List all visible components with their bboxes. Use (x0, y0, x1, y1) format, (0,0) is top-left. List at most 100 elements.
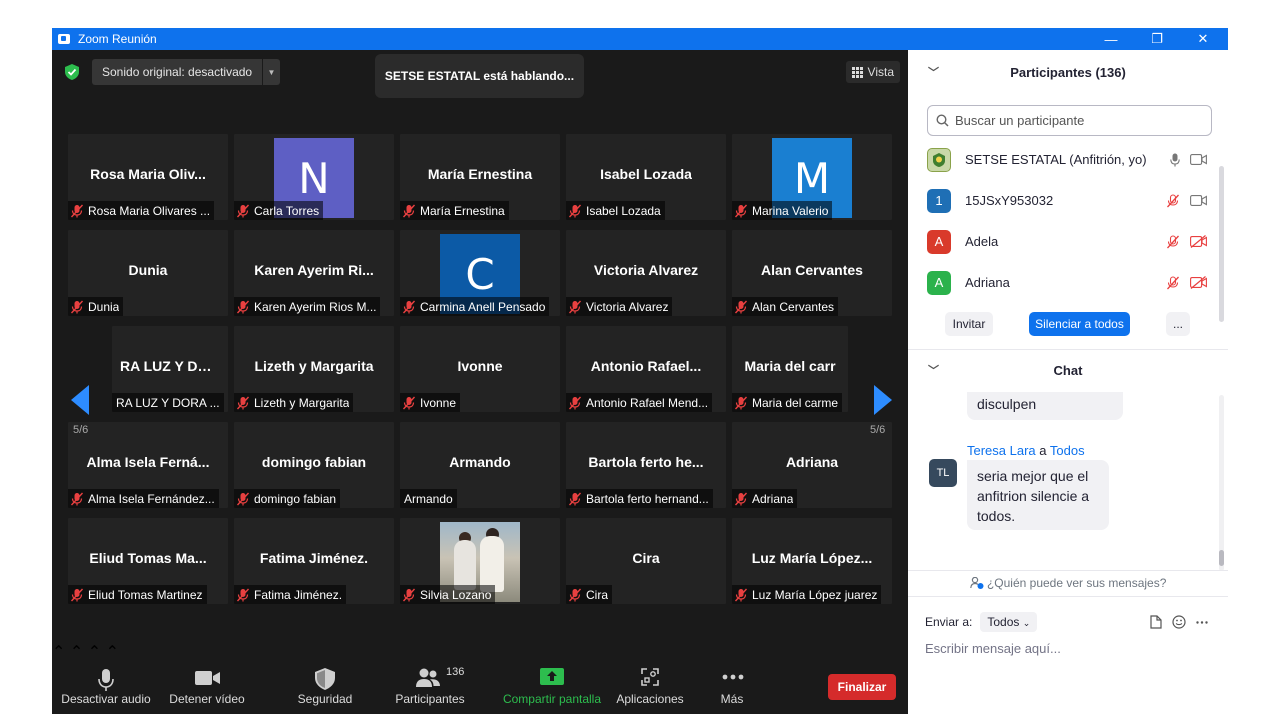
video-tile[interactable]: Maria del carr Maria del carme (732, 326, 848, 412)
participant-row[interactable]: SETSE ESTATAL (Anfitrión, yo) (927, 139, 1207, 180)
stop-video-button[interactable]: Detener vídeo (160, 642, 254, 714)
video-camera-icon[interactable] (1190, 154, 1207, 165)
video-tile[interactable]: C Carmina Anell Pensado (400, 230, 560, 316)
next-page-arrow-icon[interactable] (872, 385, 892, 415)
chat-message-input[interactable]: Escribir mensaje aquí... (925, 641, 1061, 656)
more-options-button[interactable]: ... (1166, 312, 1190, 336)
view-label: Vista (867, 65, 894, 79)
video-tile[interactable]: Eliud Tomas Ma... Eliud Tomas Martinez (68, 518, 228, 604)
participant-name-label: Carmina Anell Pensado (400, 297, 550, 316)
participant-name-label: Karen Ayerim Rios M... (234, 297, 381, 316)
minimize-button[interactable]: — (1088, 28, 1134, 50)
mute-audio-button[interactable]: Desactivar audio (60, 642, 152, 714)
participant-name: Isabel Lozada (586, 203, 661, 218)
participant-avatar: A (927, 229, 951, 254)
video-tile[interactable]: Dunia Dunia (68, 230, 228, 316)
participant-row[interactable]: 1 15JSxY953032 (927, 180, 1207, 221)
original-sound-label: Sonido original: desactivado (102, 65, 253, 79)
video-tile[interactable]: Ivonne Ivonne (400, 326, 560, 412)
participant-name-large: Eliud Tomas Ma... (89, 550, 207, 566)
meeting-toolbar: Desactivar audio ⌃ Detener vídeo ⌃ Segur… (52, 642, 908, 714)
participant-name: Dunia (88, 299, 120, 314)
participant-name-label: Adriana (732, 489, 798, 508)
previous-page-arrow-icon[interactable] (71, 385, 91, 415)
video-camera-icon[interactable] (1190, 195, 1207, 206)
video-tile[interactable]: Fatima Jiménez. Fatima Jiménez. (234, 518, 394, 604)
chat-scrollbar-track[interactable] (1219, 395, 1224, 571)
participant-controls (1166, 234, 1207, 249)
mute-all-button[interactable]: Silenciar a todos (1029, 312, 1130, 336)
video-off-icon[interactable] (1190, 276, 1207, 289)
chevron-down-icon[interactable]: ▼ (262, 59, 280, 85)
video-tile[interactable]: Karen Ayerim Ri... Karen Ayerim Rios M... (234, 230, 394, 316)
more-button[interactable]: Más (708, 642, 756, 714)
muted-mic-icon[interactable] (1166, 275, 1180, 290)
video-tile[interactable]: domingo fabian domingo fabian (234, 422, 394, 508)
chat-message-line: todos. (977, 508, 1016, 524)
participants-button[interactable]: 136 Participantes (390, 642, 470, 714)
video-tile[interactable]: Silvia Lozano (400, 518, 560, 604)
view-button[interactable]: Vista (845, 61, 900, 83)
file-icon[interactable] (1150, 615, 1162, 629)
restore-button[interactable]: ❐ (1134, 28, 1180, 50)
video-tile[interactable]: Armando Armando (400, 422, 560, 508)
window-title: Zoom Reunión (78, 32, 157, 46)
video-tile[interactable]: Alma Isela Ferná... Alma Isela Fernández.… (68, 422, 228, 508)
end-meeting-button[interactable]: Finalizar (828, 674, 896, 700)
participant-name-label: RA LUZ Y DORA ... (112, 393, 224, 412)
video-tile[interactable]: Alan Cervantes Alan Cervantes (732, 230, 892, 316)
muted-mic-icon[interactable] (1166, 193, 1180, 208)
security-shield-icon (315, 668, 335, 690)
more-dots-icon[interactable] (1196, 621, 1208, 624)
video-tile[interactable]: N Carla Torres (234, 134, 394, 220)
participants-icon (416, 668, 440, 687)
participant-name-label: María Ernestina (400, 201, 509, 220)
person-info-icon (969, 576, 984, 589)
video-tile[interactable]: Bartola ferto he... Bartola ferto hernand… (566, 422, 726, 508)
microphone-icon[interactable] (1170, 153, 1180, 167)
video-tile[interactable]: María Ernestina María Ernestina (400, 134, 560, 220)
stop-video-label: Detener vídeo (169, 692, 245, 706)
participant-list-scrollbar[interactable] (1219, 166, 1224, 322)
video-tile[interactable]: Rosa Maria Oliv... Rosa Maria Olivares ..… (68, 134, 228, 220)
recipient-dropdown[interactable]: Todos ⌄ (980, 612, 1038, 632)
chat-message-header: Teresa Lara a Todos (967, 443, 1085, 458)
video-tile[interactable]: RA LUZ Y DO... RA LUZ Y DORA ... (112, 326, 228, 412)
close-button[interactable]: ✕ (1180, 28, 1226, 50)
muted-mic-icon[interactable] (1166, 234, 1180, 249)
who-can-see-messages[interactable]: ¿Quién puede ver sus mensajes? (908, 576, 1228, 590)
participant-search-input[interactable]: Buscar un participante (927, 105, 1212, 136)
video-off-icon[interactable] (1190, 235, 1207, 248)
apps-button[interactable]: Aplicaciones (614, 642, 686, 714)
video-tile[interactable]: M Marina Valerio (732, 134, 892, 220)
security-button[interactable]: Seguridad (288, 642, 362, 714)
security-label: Seguridad (297, 692, 353, 706)
video-tile[interactable]: Isabel Lozada Isabel Lozada (566, 134, 726, 220)
share-screen-button[interactable]: Compartir pantalla (500, 642, 604, 714)
chat-scrollbar-thumb[interactable] (1219, 550, 1224, 566)
muted-mic-icon (70, 492, 84, 506)
video-tile[interactable]: Victoria Alvarez Victoria Alvarez (566, 230, 726, 316)
participant-row[interactable]: A Adela (927, 221, 1207, 262)
chat-collapse-chevron-icon[interactable]: ﹀ (928, 362, 939, 378)
video-tile[interactable]: Adriana Adriana (732, 422, 892, 508)
muted-mic-icon (402, 300, 416, 314)
participant-row[interactable]: A Adriana (927, 262, 1207, 303)
grid-icon (851, 66, 863, 78)
invite-button[interactable]: Invitar (945, 312, 993, 336)
video-tile[interactable]: Luz María López... Luz María López juarez (732, 518, 892, 604)
emoji-icon[interactable] (1172, 615, 1186, 629)
participant-name: domingo fabian (254, 491, 337, 506)
encryption-shield-icon[interactable] (65, 64, 79, 80)
muted-mic-icon (236, 300, 250, 314)
video-tile[interactable]: Cira Cira (566, 518, 726, 604)
participant-name-large: Cira (632, 550, 660, 566)
video-tile[interactable]: Lizeth y Margarita Lizeth y Margarita (234, 326, 394, 412)
participant-name-large: Alan Cervantes (761, 262, 863, 278)
video-tile[interactable]: Antonio Rafael... Antonio Rafael Mend... (566, 326, 726, 412)
original-sound-button[interactable]: Sonido original: desactivado ▼ (92, 59, 280, 85)
muted-mic-icon (734, 204, 748, 218)
chat-sender[interactable]: Teresa Lara (967, 443, 1036, 458)
participant-controls (1166, 275, 1207, 290)
collapse-chevron-icon[interactable]: ﹀ (928, 64, 939, 80)
